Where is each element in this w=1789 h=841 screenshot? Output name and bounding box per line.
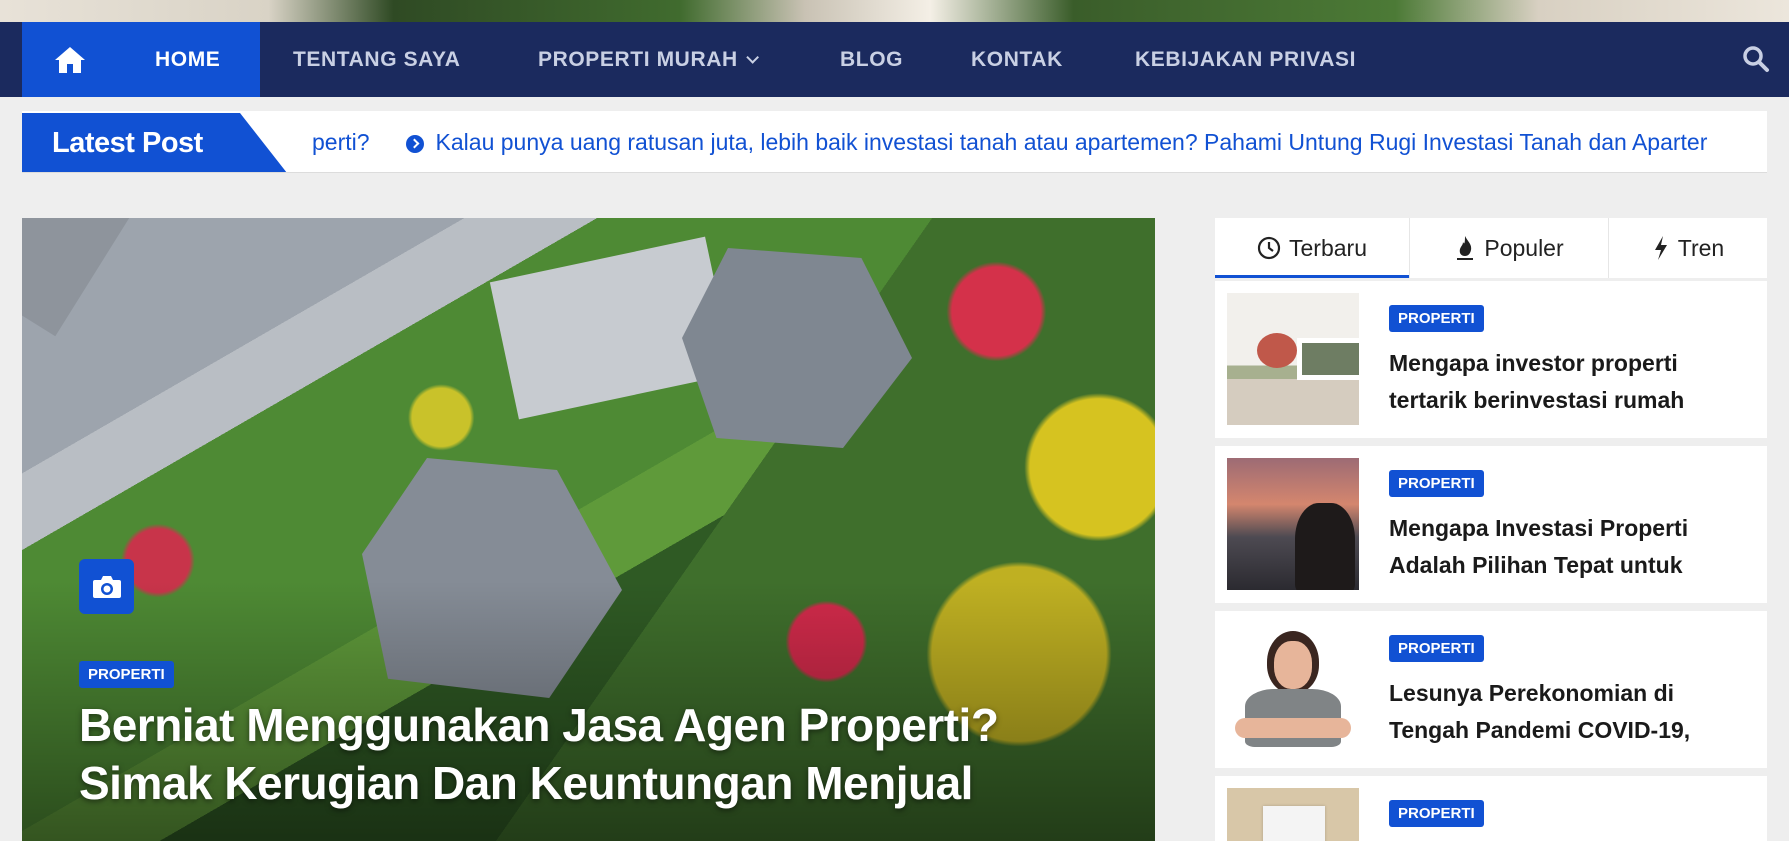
category-badge[interactable]: PROPERTI [1389,800,1484,827]
sidebar-post-card[interactable]: PROPERTI [1215,776,1767,841]
header-banner-strip [0,0,1789,22]
search-icon [1743,46,1769,72]
post-thumbnail[interactable] [1227,623,1359,755]
featured-post[interactable]: PROPERTI Berniat Menggunakan Jasa Agen P… [22,218,1155,841]
category-badge[interactable]: PROPERTI [1389,305,1484,332]
sidebar-tabs: Terbaru Populer Tren [1215,218,1767,278]
nav-item-tentang-saya[interactable]: TENTANG SAYA [293,22,460,97]
camera-icon [92,575,121,598]
fire-icon [1457,236,1474,260]
home-icon [54,46,85,73]
thumbnail-figure [1235,718,1351,738]
bolt-icon [1654,236,1667,260]
featured-post-title[interactable]: Berniat Menggunakan Jasa Agen Properti? … [79,696,1119,812]
post-title[interactable]: Mengapa Investasi Properti Adalah Piliha… [1389,510,1749,584]
hero-image-house-roof [682,248,912,448]
hero-image-road [22,218,331,337]
main-navbar: HOME TENTANG SAYA PROPERTI MURAH BLOG KO… [0,22,1789,97]
ticker-label: Latest Post [22,113,287,172]
thumbnail-figure [1274,641,1312,689]
nav-item-home[interactable]: HOME [155,22,220,97]
sidebar-post-card[interactable]: PROPERTI Lesunya Perekonomian di Tengah … [1215,611,1767,768]
gallery-button[interactable] [79,559,134,614]
post-title[interactable]: Mengapa investor properti tertarik berin… [1389,345,1749,419]
nav-item-kontak[interactable]: KONTAK [971,22,1063,97]
latest-post-ticker: Latest Post perti? Kalau punya uang ratu… [22,111,1767,173]
tab-tren[interactable]: Tren [1609,218,1767,278]
tab-populer[interactable]: Populer [1410,218,1609,278]
nav-item-blog[interactable]: BLOG [840,22,903,97]
circle-arrow-right-icon [405,135,424,153]
ticker-item-previous[interactable]: perti? [312,129,370,156]
nav-home-button[interactable] [22,22,117,97]
ticker-track: perti? Kalau punya uang ratusan juta, le… [312,111,1708,172]
post-thumbnail[interactable] [1227,293,1359,425]
sidebar-post-card[interactable]: PROPERTI Mengapa Investasi Properti Adal… [1215,446,1767,603]
category-badge[interactable]: PROPERTI [1389,635,1484,662]
post-thumbnail[interactable] [1227,788,1359,841]
category-badge[interactable]: PROPERTI [1389,470,1484,497]
chevron-down-icon [746,51,759,64]
search-button[interactable] [1741,44,1771,74]
clock-icon [1257,236,1281,260]
tab-terbaru[interactable]: Terbaru [1215,218,1410,278]
ticker-item-headline[interactable]: Kalau punya uang ratusan juta, lebih bai… [436,129,1708,156]
category-badge[interactable]: PROPERTI [79,661,174,688]
nav-item-properti-murah[interactable]: PROPERTI MURAH [538,22,759,97]
post-title[interactable]: Lesunya Perekonomian di Tengah Pandemi C… [1389,675,1749,749]
post-thumbnail[interactable] [1227,458,1359,590]
nav-item-kebijakan-privasi[interactable]: KEBIJAKAN PRIVASI [1135,22,1356,97]
sidebar-post-card[interactable]: PROPERTI Mengapa investor properti terta… [1215,281,1767,438]
